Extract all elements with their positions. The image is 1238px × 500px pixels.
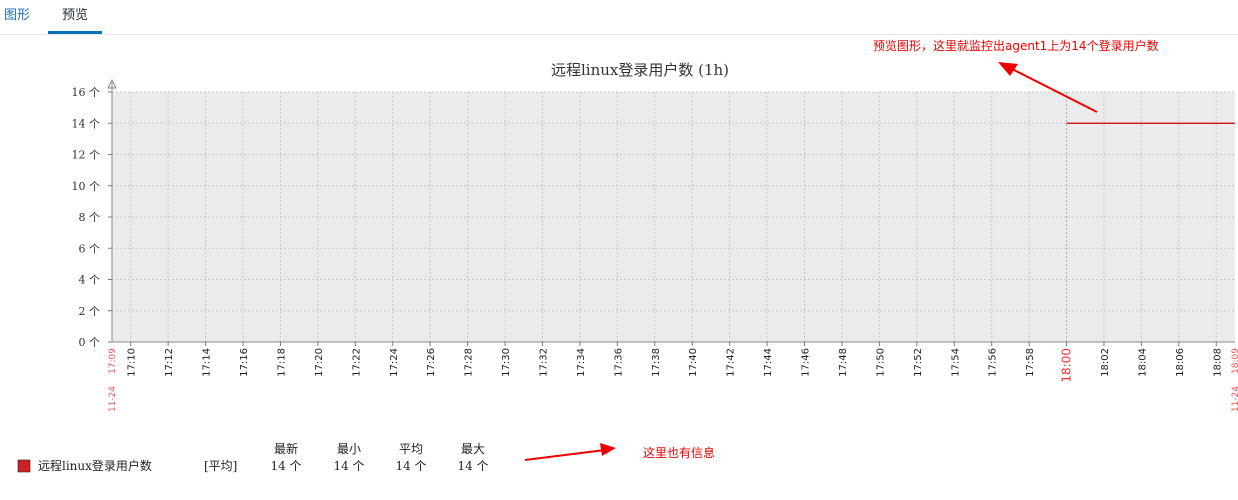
annotation-bottom: 这里也有信息 xyxy=(643,445,715,460)
x-tick-label: 17:10 xyxy=(127,348,138,377)
x-tick-label: 17:20 xyxy=(314,348,325,377)
x-tick-label: 17:24 xyxy=(389,348,400,377)
x-tick-label: 17:34 xyxy=(576,348,587,377)
y-tick-label: 2 个 xyxy=(79,305,101,318)
legend-header: 最小 xyxy=(337,442,361,456)
legend-header: 平均 xyxy=(399,442,423,456)
y-tick-label: 4 个 xyxy=(79,274,101,287)
x-tick-label: 17:58 xyxy=(1025,348,1036,377)
x-tick-label: 17:44 xyxy=(763,348,774,377)
x-tick-label: 17:50 xyxy=(875,348,886,377)
annotation-arrow-bottom xyxy=(524,449,606,461)
x-tick-label: 17:38 xyxy=(651,348,662,377)
x-tick-label: 17:54 xyxy=(950,348,961,377)
y-tick-label: 12 个 xyxy=(72,149,101,162)
x-tick-label: 18:08 xyxy=(1212,348,1223,377)
x-edge-time-label: 17:09 xyxy=(108,348,118,374)
legend-swatch xyxy=(17,459,31,473)
x-tick-label: 17:48 xyxy=(838,348,849,377)
x-tick-label: 18:04 xyxy=(1137,348,1148,377)
x-tick-label: 17:18 xyxy=(276,348,287,377)
y-tick-label: 14 个 xyxy=(72,117,101,130)
x-tick-label: 17:46 xyxy=(801,348,812,377)
x-tick-label: 17:12 xyxy=(164,348,175,377)
x-tick-label: 18:00 xyxy=(1060,348,1074,383)
x-edge-date-label: 11-24 xyxy=(1231,386,1238,412)
x-edge-date-label: 11-24 xyxy=(108,386,118,412)
y-tick-label: 6 个 xyxy=(79,242,101,255)
annotation-arrowhead-top xyxy=(998,62,1018,76)
x-tick-label: 17:22 xyxy=(351,348,362,377)
legend-value: 14 个 xyxy=(457,459,488,473)
chart-title: 远程linux登录用户数 (1h) xyxy=(551,61,729,79)
x-tick-label: 17:16 xyxy=(239,348,250,377)
x-tick-label: 17:36 xyxy=(613,348,624,377)
y-tick-label: 16 个 xyxy=(72,86,101,99)
x-tick-label: 17:14 xyxy=(202,348,213,377)
legend-series-label: 远程linux登录用户数 xyxy=(38,458,152,473)
x-tick-label: 17:56 xyxy=(988,348,999,377)
x-tick-label: 18:02 xyxy=(1100,348,1111,377)
legend-value: 14 个 xyxy=(395,459,426,473)
x-tick-label: 17:30 xyxy=(501,348,512,377)
legend-func-label: [平均] xyxy=(204,459,237,473)
x-tick-label: 17:26 xyxy=(426,348,437,377)
x-tick-label: 17:32 xyxy=(538,348,549,377)
x-tick-label: 18:06 xyxy=(1175,348,1186,377)
legend-value: 14 个 xyxy=(270,459,301,473)
legend-header: 最大 xyxy=(461,442,485,456)
line-chart: 远程linux登录用户数 (1h) 0 个 2 个 4 个 6 个 8 个 10 个 12 … xyxy=(17,38,1238,473)
x-tick-label: 17:42 xyxy=(726,348,737,377)
x-edge-time-label: 18:09 xyxy=(1231,348,1238,374)
legend-value: 14 个 xyxy=(333,459,364,473)
y-tick-label: 0 个 xyxy=(79,336,101,349)
y-tick-label: 8 个 xyxy=(79,211,101,224)
annotation-arrowhead-bottom xyxy=(600,443,616,456)
legend-header: 最新 xyxy=(274,441,298,456)
y-tick-label: 10 个 xyxy=(72,180,101,193)
annotation-top: 预览图形，这里就监控出agent1上为14个登录用户数 xyxy=(873,38,1159,53)
x-tick-label: 17:52 xyxy=(913,348,924,377)
x-tick-label: 17:40 xyxy=(688,348,699,377)
x-tick-label: 17:28 xyxy=(464,348,475,377)
